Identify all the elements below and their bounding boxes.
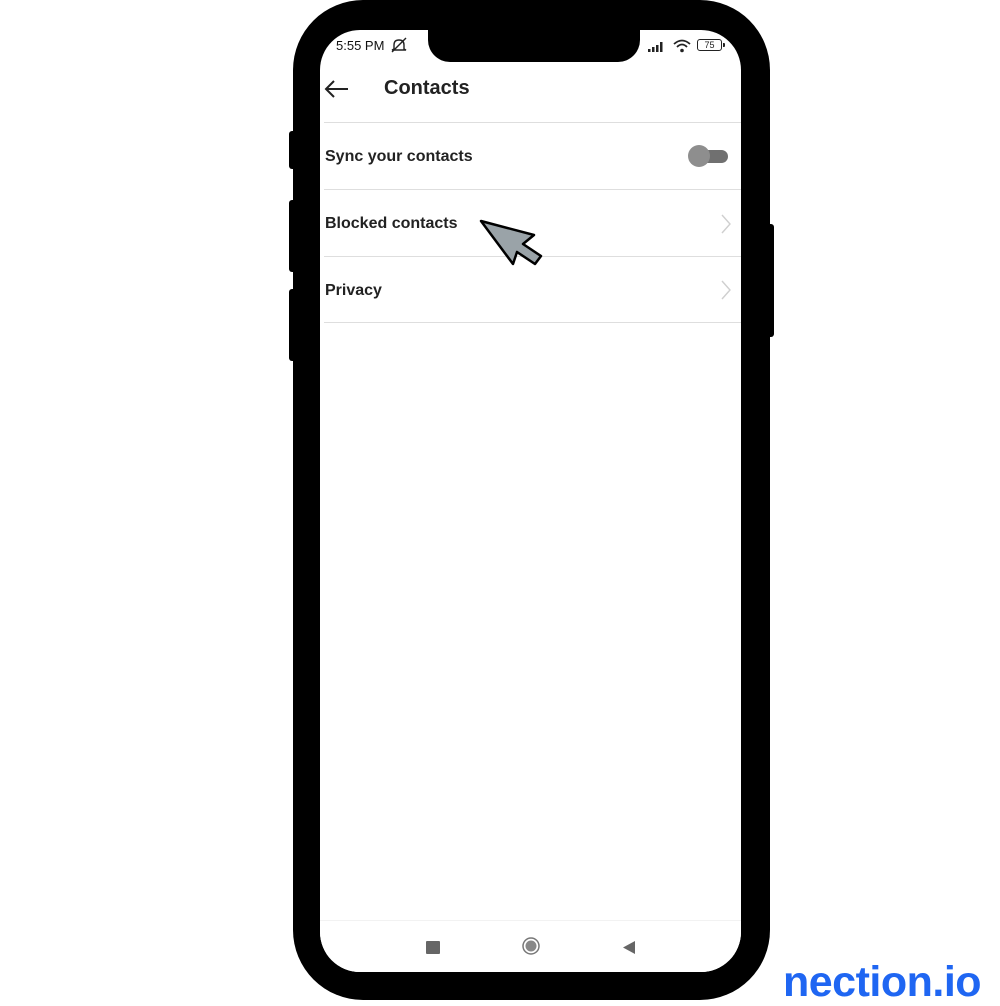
- privacy-row[interactable]: Privacy: [324, 257, 741, 323]
- notch: [428, 30, 640, 62]
- home-circle-icon[interactable]: [522, 937, 540, 955]
- blocked-contacts-label: Blocked contacts: [325, 215, 458, 232]
- recents-square-icon[interactable]: [426, 941, 440, 954]
- toggle-knob: [688, 145, 710, 167]
- signal-icon: [648, 42, 663, 52]
- sync-contacts-label: Sync your contacts: [325, 148, 473, 165]
- back-triangle-icon[interactable]: [622, 940, 636, 955]
- phone-frame: 5:55 PM 75 Contacts Sync your contacts B…: [293, 0, 770, 1000]
- privacy-label: Privacy: [325, 282, 382, 299]
- status-time: 5:55 PM: [336, 38, 385, 53]
- chevron-right-icon: [721, 280, 731, 300]
- battery-tip: [723, 43, 725, 47]
- chevron-right-icon: [721, 214, 731, 234]
- battery-level: 75: [704, 40, 715, 50]
- sync-contacts-toggle[interactable]: [688, 145, 732, 167]
- watermark-logo: nection.io: [783, 958, 982, 1006]
- sync-contacts-row[interactable]: Sync your contacts: [324, 123, 741, 189]
- android-nav-bar: [320, 920, 741, 972]
- page-title: Contacts: [384, 77, 470, 99]
- mute-notification-icon: [391, 37, 407, 53]
- mouse-pointer-icon: [479, 219, 543, 266]
- back-arrow-icon[interactable]: [324, 79, 350, 99]
- wifi-icon: [673, 39, 691, 53]
- divider: [324, 322, 741, 323]
- battery-icon: 75: [697, 39, 722, 51]
- phone-screen: 5:55 PM 75 Contacts Sync your contacts B…: [320, 30, 741, 972]
